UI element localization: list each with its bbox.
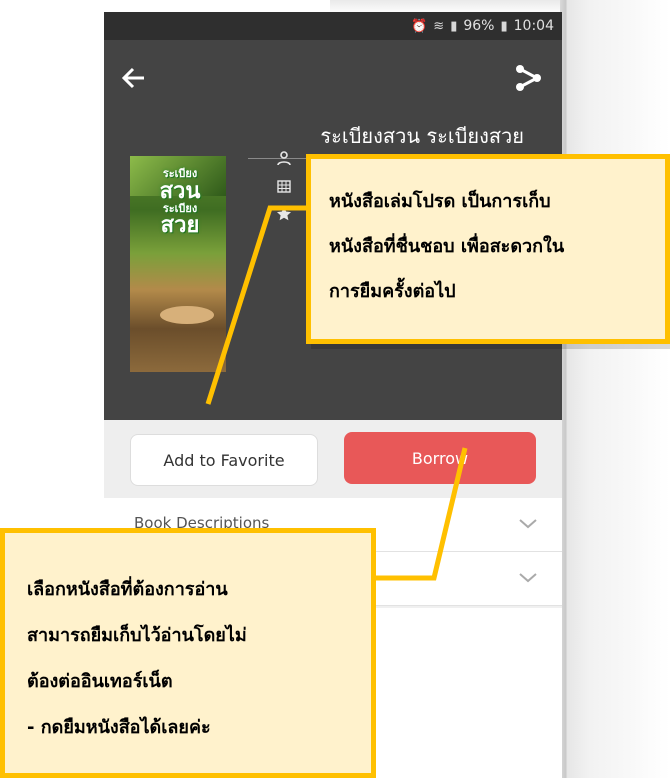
battery-percent: 96% <box>463 18 495 34</box>
building-icon <box>276 178 294 196</box>
favorite-callout-line-1: หนังสือเล่มโปรด เป็นการเก็บ <box>329 191 551 212</box>
borrow-callout-line-3: ต้องต่ออินเทอร์เน็ต <box>27 671 173 692</box>
share-icon[interactable] <box>512 62 544 94</box>
cover-line-2: สวน <box>159 178 201 204</box>
chevron-down-icon <box>516 566 540 590</box>
edge-shadow-decoration <box>560 0 670 778</box>
cover-title: ระเบียง สวน ระเบียง สวย <box>138 168 222 237</box>
cover-line-1: ระเบียง <box>162 167 198 180</box>
favorite-callout-line-2: หนังสือที่ชื่นชอบ เพื่อสะดวกใน <box>329 236 565 257</box>
borrow-callout: เลือกหนังสือที่ต้องการอ่าน สามารถยืมเก็บ… <box>0 528 376 778</box>
cover-hat <box>160 306 214 324</box>
star-icon <box>276 206 294 224</box>
borrow-callout-line-1: เลือกหนังสือที่ต้องการอ่าน <box>27 579 228 600</box>
borrow-callout-line-4: - กดยืมหนังสือได้เลยค่ะ <box>27 717 211 738</box>
clock: 10:04 <box>513 18 554 34</box>
add-to-favorite-button[interactable]: Add to Favorite <box>130 434 318 486</box>
chevron-down-icon <box>516 512 540 536</box>
book-title: ระเบียงสวน ระเบียงสวย <box>320 124 524 148</box>
person-icon <box>276 150 294 168</box>
battery-icon: ▮ <box>500 18 508 34</box>
signal-icon: ▮ <box>450 18 458 34</box>
favorite-callout: หนังสือเล่มโปรด เป็นการเก็บ หนังสือที่ชื… <box>306 154 670 344</box>
wifi-icon: ≋ <box>433 18 445 34</box>
borrow-callout-text: เลือกหนังสือที่ต้องการอ่าน สามารถยืมเก็บ… <box>27 567 367 751</box>
favorite-callout-line-3: การยืมครั้งต่อไป <box>329 281 456 302</box>
back-arrow-icon[interactable] <box>118 62 150 94</box>
borrow-button[interactable]: Borrow <box>344 432 536 484</box>
borrow-callout-line-2: สามารถยืมเก็บไว้อ่านโดยไม่ <box>27 625 247 646</box>
book-cover: ระเบียง สวน ระเบียง สวย <box>130 156 226 372</box>
cover-line-4: สวย <box>160 213 200 239</box>
alarm-icon: ⏰ <box>411 18 428 34</box>
status-bar: ⏰ ≋ ▮ 96% ▮ 10:04 <box>104 12 562 40</box>
action-bar: Add to Favorite Borrow <box>104 420 562 498</box>
favorite-callout-text: หนังสือเล่มโปรด เป็นการเก็บ หนังสือที่ชื… <box>329 179 659 314</box>
